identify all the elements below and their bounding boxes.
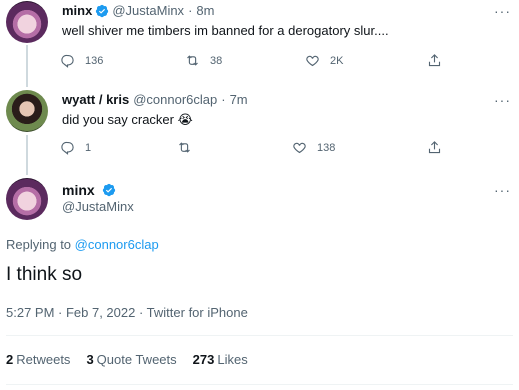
quote-tweets-stat[interactable]: 3 Quote Tweets [86, 352, 176, 367]
thread-line [26, 45, 28, 87]
retweet-icon [179, 142, 190, 153]
reply-button[interactable]: 136 [60, 53, 103, 68]
replying-prefix: Replying to [6, 237, 75, 252]
like-button[interactable]: 138 [292, 140, 335, 155]
like-count: 138 [317, 141, 336, 154]
avatar[interactable] [6, 90, 48, 132]
reply-icon [61, 141, 74, 155]
timestamp[interactable]: 8m [196, 3, 214, 18]
replying-to-link[interactable]: @connor6clap [75, 237, 159, 252]
retweets-stat[interactable]: 2 Retweets [6, 352, 70, 367]
quote-tweets-count: 3 [86, 352, 94, 367]
like-button[interactable]: 2K [305, 53, 343, 68]
tweet-header: wyatt / kris @connor6clap · 7m [62, 92, 248, 107]
retweets-count: 2 [6, 352, 14, 367]
tweet-header: minx @JustaMinx · 8m [62, 3, 214, 18]
tweet-metadata[interactable]: 5:27 PM · Feb 7, 2022 · Twitter for iPho… [6, 305, 248, 320]
reply-count: 1 [85, 141, 92, 154]
reply-icon [61, 54, 74, 68]
divider [6, 384, 513, 385]
likes-label: Likes [217, 352, 248, 367]
heart-icon [293, 142, 306, 154]
avatar[interactable] [6, 1, 48, 43]
verified-badge-icon [96, 4, 109, 17]
reply-count: 136 [85, 54, 104, 67]
retweet-button[interactable]: 38 [185, 53, 222, 68]
verified-badge-icon [102, 183, 115, 197]
timestamp[interactable]: 7m [230, 92, 248, 107]
more-options-icon[interactable]: ··· [494, 3, 511, 19]
user-name[interactable]: minx [62, 3, 92, 18]
divider [6, 335, 513, 336]
replying-to: Replying to @connor6clap [6, 237, 159, 252]
quote-tweets-label: Quote Tweets [96, 352, 177, 367]
retweets-label: Retweets [16, 352, 71, 367]
more-options-icon[interactable]: ··· [494, 92, 511, 108]
user-handle[interactable]: @connor6clap [133, 92, 217, 107]
user-name[interactable]: minx [62, 182, 119, 198]
user-name[interactable]: wyatt / kris [62, 92, 129, 107]
user-handle[interactable]: @JustaMinx [112, 3, 184, 18]
reply-button[interactable]: 1 [60, 140, 91, 155]
share-button[interactable] [427, 140, 442, 155]
share-icon [428, 141, 441, 154]
separator-dot: · [188, 3, 193, 18]
engagement-stats: 2 Retweets 3 Quote Tweets 273 Likes [6, 352, 248, 367]
user-handle[interactable]: @JustaMinx [62, 199, 134, 214]
retweet-button[interactable] [177, 140, 202, 155]
likes-stat[interactable]: 273 Likes [193, 352, 248, 367]
tweet-text: I think so [6, 264, 83, 285]
thread-line [26, 135, 28, 175]
more-options-icon[interactable]: ··· [494, 182, 511, 198]
likes-count: 273 [192, 352, 215, 367]
tweet-text: well shiver me timbers im banned for a d… [62, 23, 389, 38]
tweet-text: did you say cracker 😭 [62, 112, 193, 127]
like-count: 2K [330, 54, 344, 67]
retweet-icon [187, 55, 198, 66]
share-button[interactable] [427, 53, 442, 68]
share-icon [428, 54, 441, 67]
avatar[interactable] [6, 178, 48, 220]
heart-icon [306, 55, 319, 67]
user-name-text: minx [62, 182, 95, 198]
retweet-count: 38 [210, 54, 223, 67]
separator-dot: · [221, 92, 226, 107]
